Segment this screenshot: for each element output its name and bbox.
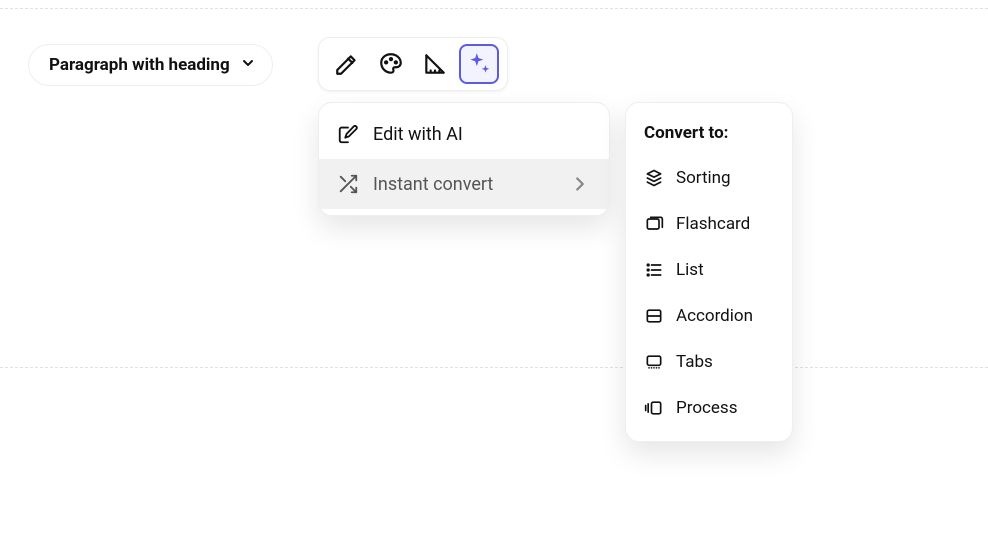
instant-convert-item[interactable]: Instant convert (319, 159, 609, 209)
block-type-selector[interactable]: Paragraph with heading (28, 44, 273, 86)
guide-line (0, 8, 988, 9)
menu-item-label: Edit with AI (373, 124, 591, 145)
convert-option-label: Accordion (676, 306, 753, 326)
convert-option-accordion[interactable]: Accordion (626, 293, 792, 339)
tabs-icon (644, 352, 664, 372)
edit-content-button[interactable] (327, 44, 367, 84)
palette-icon (378, 51, 404, 77)
size-button[interactable] (415, 44, 455, 84)
list-icon (644, 260, 664, 280)
convert-option-label: Sorting (676, 168, 731, 188)
chevron-down-icon (240, 55, 256, 75)
block-toolbar (318, 37, 508, 91)
menu-item-label: Instant convert (373, 174, 555, 195)
sorting-icon (644, 168, 664, 188)
accordion-icon (644, 306, 664, 326)
convert-title: Convert to: (626, 117, 792, 155)
convert-option-list[interactable]: List (626, 247, 792, 293)
edit-ai-icon (337, 123, 359, 145)
convert-option-label: Flashcard (676, 214, 750, 234)
guide-line (0, 367, 988, 368)
convert-option-sorting[interactable]: Sorting (626, 155, 792, 201)
convert-submenu: Convert to: Sorting Flashcard List Accor… (625, 102, 793, 442)
convert-option-label: List (676, 260, 704, 280)
chevron-right-icon (569, 173, 591, 195)
sparkles-icon (466, 51, 492, 77)
convert-option-label: Process (676, 398, 737, 418)
convert-option-flashcard[interactable]: Flashcard (626, 201, 792, 247)
convert-option-label: Tabs (676, 352, 713, 372)
ruler-icon (422, 51, 448, 77)
style-button[interactable] (371, 44, 411, 84)
ai-tools-button[interactable] (459, 44, 499, 84)
edit-with-ai-item[interactable]: Edit with AI (319, 109, 609, 159)
convert-option-tabs[interactable]: Tabs (626, 339, 792, 385)
flashcard-icon (644, 214, 664, 234)
ai-menu: Edit with AI Instant convert (318, 102, 610, 216)
block-type-label: Paragraph with heading (49, 55, 230, 75)
shuffle-icon (337, 173, 359, 195)
process-icon (644, 398, 664, 418)
pencil-icon (334, 51, 360, 77)
convert-option-process[interactable]: Process (626, 385, 792, 431)
